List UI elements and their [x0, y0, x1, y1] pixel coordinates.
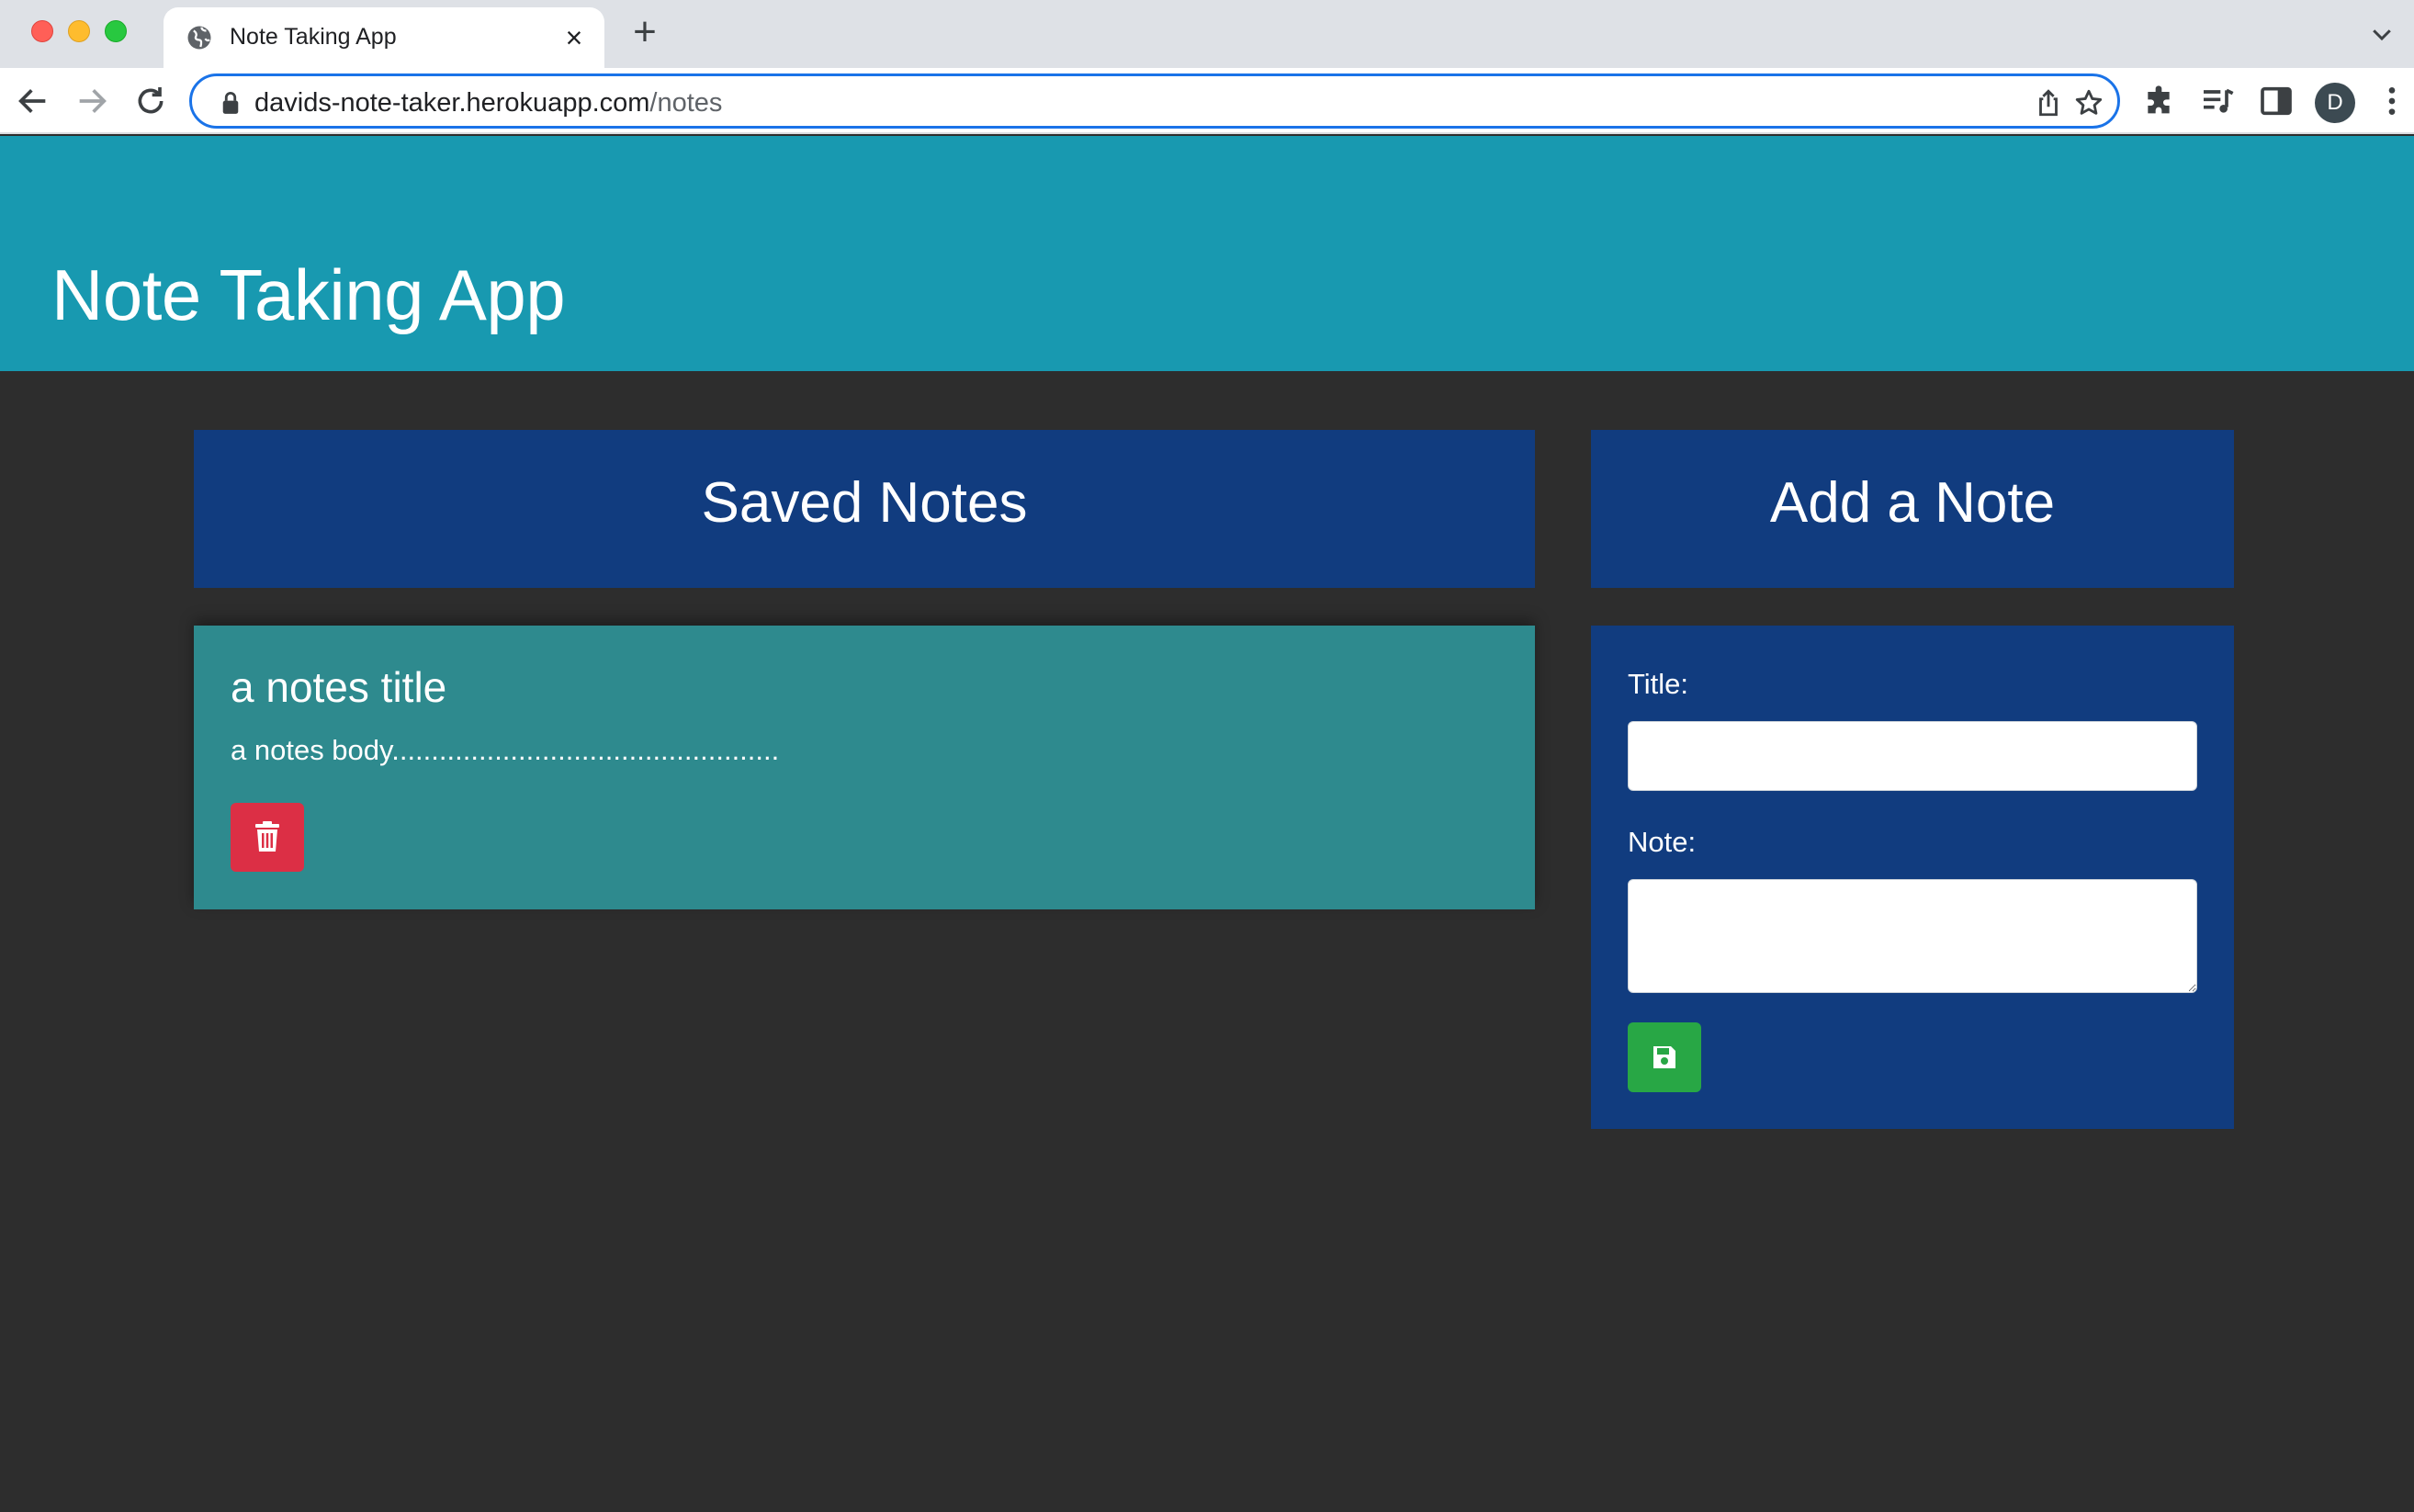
browser-tab-strip: Note Taking App × + [0, 0, 2414, 68]
url-text[interactable]: davids-note-taker.herokuapp.com/notes [254, 88, 722, 118]
delete-note-button[interactable] [231, 803, 304, 872]
close-icon[interactable]: × [558, 22, 590, 53]
address-bar[interactable]: davids-note-taker.herokuapp.com/notes [189, 73, 2120, 129]
back-arrow-icon[interactable] [15, 83, 51, 119]
bookmark-star-icon[interactable] [2073, 87, 2104, 118]
note-title: a notes title [231, 663, 447, 711]
browser-toolbar: davids-note-taker.herokuapp.com/notes D [0, 68, 2414, 134]
browser-tab[interactable]: Note Taking App × [164, 7, 604, 68]
title-label: Title: [1628, 668, 1689, 700]
trash-icon [255, 821, 279, 852]
note-card[interactable]: a notes title a notes body..............… [194, 626, 1535, 909]
chevron-down-icon[interactable] [2368, 20, 2396, 48]
add-note-form: Title: Note: [1591, 626, 2234, 1129]
window-minimize-button[interactable] [68, 20, 90, 42]
reload-icon[interactable] [132, 83, 169, 119]
lock-icon[interactable] [220, 91, 242, 115]
forward-arrow-icon[interactable] [73, 83, 110, 119]
note-label: Note: [1628, 826, 1697, 858]
new-tab-button[interactable]: + [628, 12, 661, 52]
saved-notes-heading: Saved Notes [194, 430, 1535, 588]
save-note-button[interactable] [1628, 1022, 1701, 1092]
floppy-disk-icon [1653, 1046, 1675, 1068]
app-header: Note Taking App [0, 136, 2414, 371]
globe-icon [187, 26, 211, 50]
window-maximize-button[interactable] [105, 20, 127, 42]
app-title: Note Taking App [51, 254, 566, 335]
url-path: /notes [649, 88, 723, 118]
extensions-puzzle-icon[interactable] [2140, 83, 2177, 119]
window-close-button[interactable] [31, 20, 53, 42]
profile-avatar[interactable]: D [2315, 83, 2355, 123]
side-panel-icon[interactable] [2258, 83, 2295, 119]
note-body: a notes body............................… [231, 734, 780, 766]
add-note-heading: Add a Note [1591, 430, 2234, 588]
url-host: davids-note-taker.herokuapp.com [254, 88, 650, 118]
note-title-input[interactable] [1628, 721, 2197, 791]
tab-title: Note Taking App [230, 24, 397, 50]
media-queue-icon[interactable] [2199, 83, 2236, 119]
share-icon[interactable] [2033, 87, 2064, 118]
note-text-input[interactable] [1628, 879, 2197, 993]
kebab-menu-icon[interactable] [2374, 83, 2410, 119]
